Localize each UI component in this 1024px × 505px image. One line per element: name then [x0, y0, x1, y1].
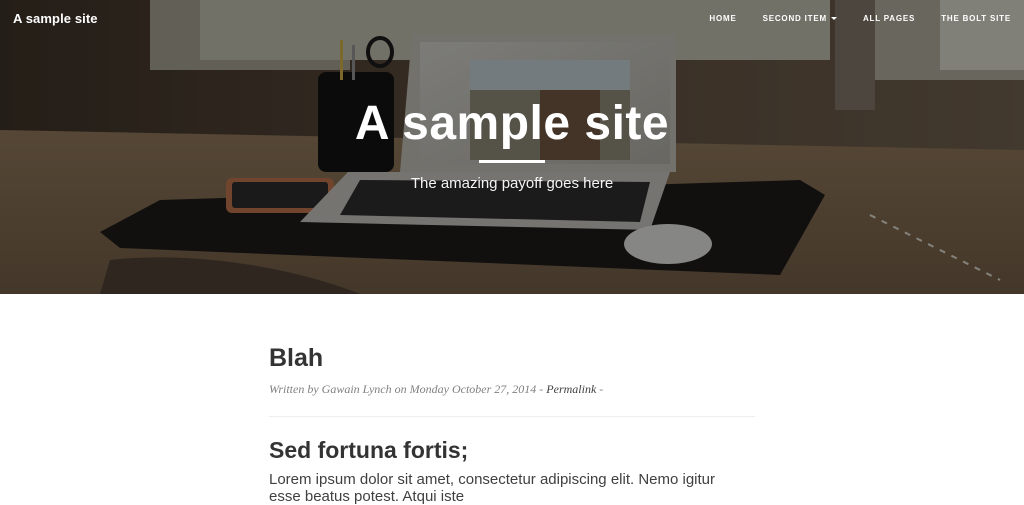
nav-item-all-pages[interactable]: All pages: [863, 14, 915, 23]
main-content: Blah Written by Gawain Lynch on Monday O…: [269, 294, 755, 505]
post-meta: Written by Gawain Lynch on Monday Octobe…: [269, 382, 755, 397]
nav-item-bolt-site[interactable]: The Bolt site: [941, 14, 1011, 23]
nav-item-home[interactable]: Home: [709, 14, 736, 23]
post-title[interactable]: Blah: [269, 342, 755, 374]
section-title: Sed fortuna fortis;: [269, 437, 469, 463]
hero-divider: [479, 160, 545, 163]
post-body-text: Lorem ipsum dolor sit amet, consectetur …: [269, 471, 755, 505]
body-line-1: Lorem ipsum dolor sit amet, consectetur …: [269, 471, 716, 488]
permalink-link[interactable]: Permalink: [546, 382, 596, 396]
nav-item-second-item[interactable]: Second item: [763, 14, 837, 23]
nav-menu: Home Second item All pages The Bolt site: [683, 14, 1011, 23]
hero-header: A sample site Home Second item All pages…: [0, 0, 1024, 294]
hero-title: A sample site: [354, 97, 670, 150]
brand-link[interactable]: A sample site: [13, 11, 98, 26]
post-preview: Blah Written by Gawain Lynch on Monday O…: [269, 342, 755, 505]
hero-heading-block: A sample site The amazing payoff goes he…: [0, 92, 1024, 192]
post-meta-suffix: -: [596, 382, 604, 396]
body-line-2: esse beatus potest. Atqui iste: [269, 488, 465, 505]
top-navbar: A sample site Home Second item All pages…: [0, 0, 1024, 36]
nav-item-second-item-label: Second item: [762, 13, 827, 23]
caret-down-icon: [830, 16, 837, 20]
post-divider: [269, 416, 755, 417]
hero-subtitle: The amazing payoff goes here: [410, 175, 614, 192]
post-meta-byline: Written by Gawain Lynch on Monday Octobe…: [269, 382, 547, 396]
